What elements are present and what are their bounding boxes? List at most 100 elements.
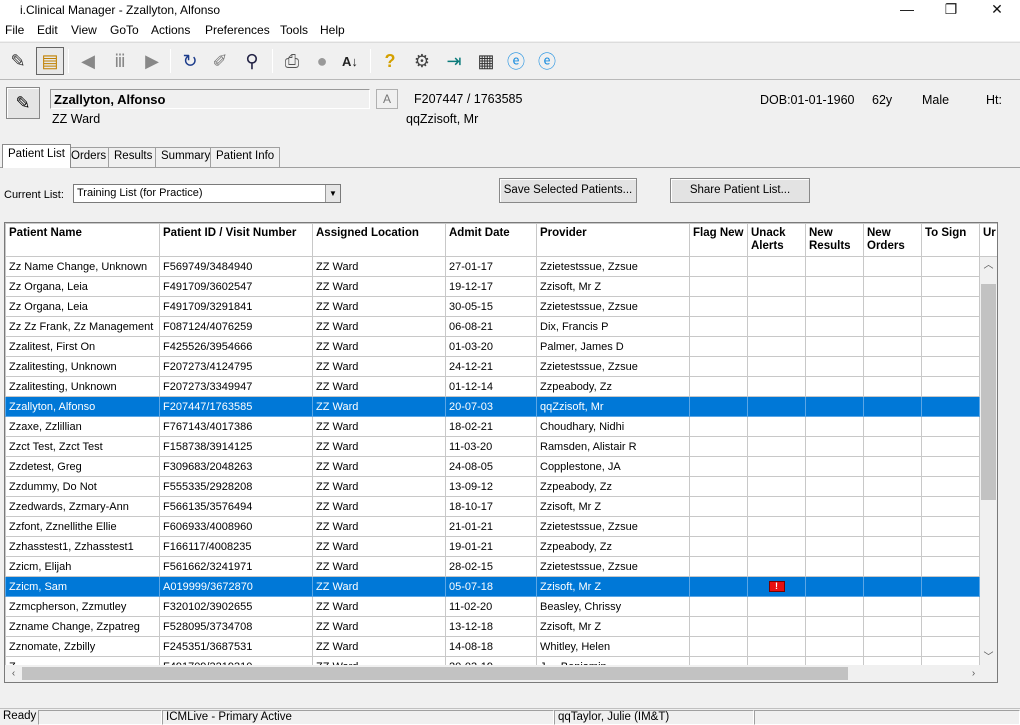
- col-patient-id[interactable]: Patient ID / Visit Number: [159, 223, 313, 257]
- menu-view[interactable]: View: [71, 23, 97, 37]
- save-selected-patients-button[interactable]: Save Selected Patients...: [499, 178, 637, 203]
- calculator-icon[interactable]: ▦: [472, 47, 500, 75]
- internet-explorer-icon[interactable]: ⓔ: [533, 47, 561, 75]
- table-row[interactable]: Zzalitest, First On F425526/3954666 ZZ War…: [5, 336, 997, 357]
- menu-edit[interactable]: Edit: [37, 23, 58, 37]
- table-row[interactable]: Zz Organa, Leia F491709/3291841 ZZ Ward 30-…: [5, 296, 997, 317]
- table-row[interactable]: Zzdummy, Do Not F555335/2928208 ZZ Ward 13-…: [5, 476, 997, 497]
- vertical-scroll-thumb[interactable]: [981, 284, 996, 500]
- allergy-indicator[interactable]: A: [376, 89, 398, 109]
- menu-bar: File Edit View GoTo Actions Preferences …: [0, 21, 1020, 41]
- minimize-button[interactable]: —: [884, 0, 930, 20]
- tab-results[interactable]: Results: [108, 147, 159, 167]
- vertical-scrollbar[interactable]: ︿ ﹀: [980, 257, 997, 666]
- cell-location: ZZ Ward: [312, 256, 446, 277]
- cell-patient-name: Zzicm, Elijah: [5, 556, 160, 577]
- table-row[interactable]: Zzfont, Zznellithe Ellie F606933/4008960 Z…: [5, 516, 997, 537]
- maximize-button[interactable]: ❐: [928, 0, 974, 20]
- back-arrow-icon[interactable]: ◀: [74, 47, 102, 75]
- notes-icon[interactable]: ✐: [206, 47, 234, 75]
- cell-admit-date: 24-12-21: [445, 356, 537, 377]
- cell-unack-alerts: [747, 616, 806, 637]
- table-row[interactable]: Zzname Change, Zzpatreg F528095/3734708 ZZ…: [5, 616, 997, 637]
- table-row[interactable]: Zzdetest, Greg F309683/2048263 ZZ Ward 24-0…: [5, 456, 997, 477]
- patient-list-icon[interactable]: ✎: [4, 47, 32, 75]
- cell-new-orders: [863, 476, 922, 497]
- cell-patient-id: F425526/3954666: [159, 336, 313, 357]
- table-row[interactable]: Zzmcpherson, Zzmutley F320102/3902655 ZZ W…: [5, 596, 997, 617]
- tab-patient-list[interactable]: Patient List: [2, 144, 71, 168]
- horizontal-scrollbar[interactable]: ‹ ›: [5, 665, 982, 682]
- settings-icon[interactable]: ⚙: [408, 47, 436, 75]
- share-patient-list-button[interactable]: Share Patient List...: [670, 178, 810, 203]
- open-folder-icon[interactable]: ▤: [36, 47, 64, 75]
- patient-sex: Male: [922, 93, 950, 107]
- alert-flag-icon[interactable]: !: [768, 581, 785, 593]
- col-ur[interactable]: Ur: [979, 223, 997, 257]
- cell-flag-new: [689, 596, 748, 617]
- exit-icon[interactable]: ⇥: [440, 47, 468, 75]
- scroll-left-icon[interactable]: ‹: [5, 665, 22, 682]
- tab-summary[interactable]: Summary: [155, 147, 217, 167]
- tab-orders[interactable]: Orders: [65, 147, 113, 167]
- menu-preferences[interactable]: Preferences: [205, 23, 270, 37]
- col-patient-name[interactable]: Patient Name: [5, 223, 160, 257]
- cell-flag-new: [689, 256, 748, 277]
- menu-file[interactable]: File: [5, 23, 24, 37]
- table-row[interactable]: Zzhasstest1, Zzhasstest1 F166117/4008235 Z…: [5, 536, 997, 557]
- help-icon[interactable]: ?: [376, 47, 404, 75]
- forward-arrow-icon[interactable]: ▶: [138, 47, 166, 75]
- horizontal-scroll-thumb[interactable]: [22, 667, 848, 680]
- table-row[interactable]: Zzalitesting, Unknown F207273/3349947 ZZ W…: [5, 376, 997, 397]
- table-row[interactable]: Zzct Test, Zzct Test F158738/3914125 ZZ Wa…: [5, 436, 997, 457]
- search-icon[interactable]: ⚲: [238, 47, 266, 75]
- chevron-down-icon[interactable]: ▼: [325, 185, 340, 202]
- close-button[interactable]: ✕: [974, 0, 1020, 20]
- table-row[interactable]: Zzicm, Elijah F561662/3241971 ZZ Ward 28-02…: [5, 556, 997, 577]
- cell-admit-date: 21-01-21: [445, 516, 537, 537]
- table-row[interactable]: Zzedwards, Zzmary-Ann F566135/3576494 ZZ W…: [5, 496, 997, 517]
- table-row[interactable]: Zz Zz Frank, Zz Management F087124/407625…: [5, 316, 997, 337]
- print-icon[interactable]: ⎙: [278, 47, 306, 75]
- col-flag-new[interactable]: Flag New: [689, 223, 748, 257]
- menu-help[interactable]: Help: [320, 23, 345, 37]
- people-icon[interactable]: ⅲ: [106, 47, 134, 75]
- cell-provider: Zzisoft, Mr Z: [536, 576, 690, 597]
- cell-unack-alerts: [747, 456, 806, 477]
- col-new-results[interactable]: New Results: [805, 223, 864, 257]
- cell-patient-id: A019999/3672870: [159, 576, 313, 597]
- scroll-down-icon[interactable]: ﹀: [980, 649, 997, 666]
- menu-actions[interactable]: Actions: [151, 23, 190, 37]
- col-assigned-location[interactable]: Assigned Location: [312, 223, 446, 257]
- table-row[interactable]: Zzaxe, Zzlillian F767143/4017386 ZZ Ward 18…: [5, 416, 997, 437]
- table-row[interactable]: Zz Organa, Leia F491709/3602547 ZZ Ward 19-…: [5, 276, 997, 297]
- cell-unack-alerts: [747, 476, 806, 497]
- patient-list-grid[interactable]: Patient Name Patient ID / Visit Number A…: [4, 222, 998, 683]
- table-row[interactable]: Zz Name Change, Unknown F569749/3484940 ZZ…: [5, 256, 997, 277]
- table-row[interactable]: Zzicm, Sam A019999/3672870 ZZ Ward 05-07-18…: [5, 576, 997, 597]
- menu-tools[interactable]: Tools: [280, 23, 308, 37]
- table-row[interactable]: Zzallyton, Alfonso F207447/1763585 ZZ Ward…: [5, 396, 997, 417]
- col-admit-date[interactable]: Admit Date: [445, 223, 537, 257]
- cell-new-results: [805, 256, 864, 277]
- table-row[interactable]: Zznomate, Zzbilly F245351/3687531 ZZ Ward 1…: [5, 636, 997, 657]
- internet-explorer-icon[interactable]: ⓔ: [502, 47, 530, 75]
- col-to-sign[interactable]: To Sign: [921, 223, 980, 257]
- cell-admit-date: 30-05-15: [445, 296, 537, 317]
- record-icon[interactable]: ●: [308, 47, 336, 75]
- table-row[interactable]: Zzalitesting, Unknown F207273/4124795 ZZ W…: [5, 356, 997, 377]
- current-list-select[interactable]: Training List (for Practice) ▼: [73, 184, 341, 203]
- cell-flag-new: [689, 516, 748, 537]
- tab-patient-info[interactable]: Patient Info: [210, 147, 281, 167]
- cell-to-sign: [921, 636, 980, 657]
- col-new-orders[interactable]: New Orders: [863, 223, 922, 257]
- refresh-icon[interactable]: ↻: [176, 47, 204, 75]
- col-unack-alerts[interactable]: Unack Alerts: [747, 223, 806, 257]
- cell-admit-date: 24-08-05: [445, 456, 537, 477]
- menu-goto[interactable]: GoTo: [110, 23, 139, 37]
- patient-notes-icon[interactable]: ✎: [6, 87, 40, 119]
- cell-patient-name: Zz Name Change, Unknown: [5, 256, 160, 277]
- col-provider[interactable]: Provider: [536, 223, 690, 257]
- sort-az-icon[interactable]: A↓: [336, 47, 364, 75]
- scroll-up-icon[interactable]: ︿: [980, 257, 997, 274]
